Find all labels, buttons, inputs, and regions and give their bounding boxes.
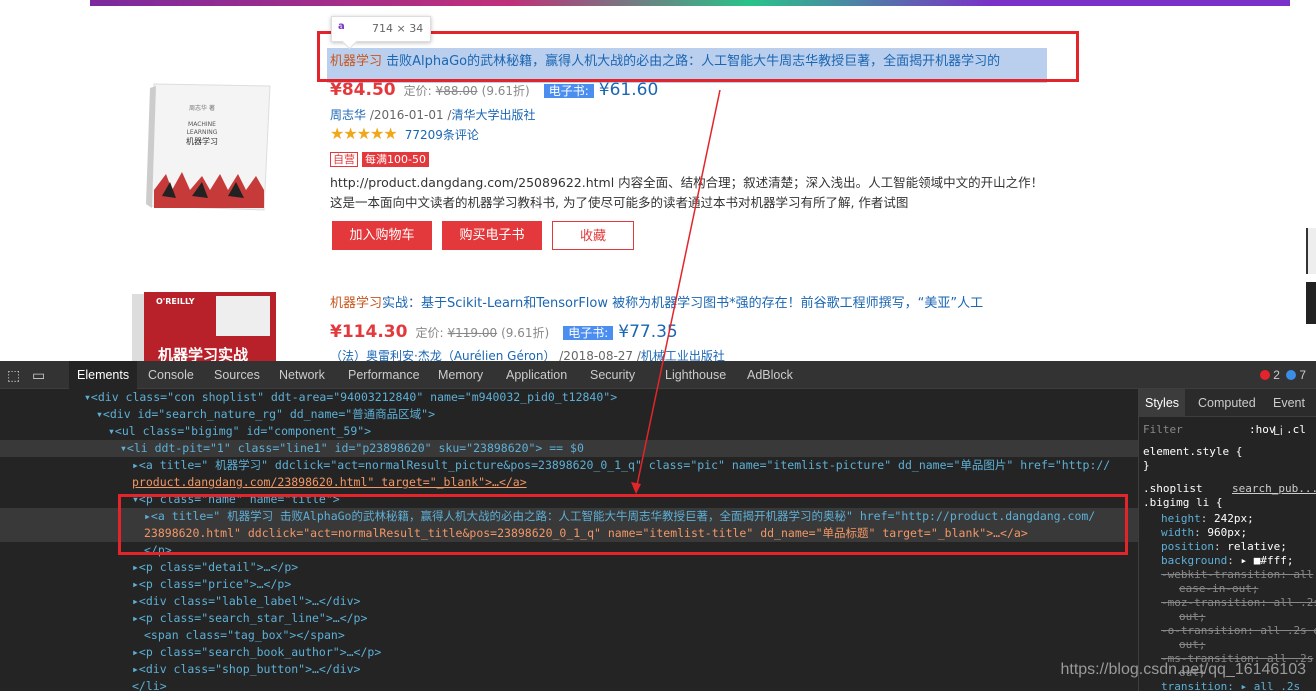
- annotation-arrow: [631, 89, 721, 494]
- screenshot-root: 周志华 著 MACHINE LEARNING 机器学习 机器学习 击败Alpha…: [0, 0, 1316, 691]
